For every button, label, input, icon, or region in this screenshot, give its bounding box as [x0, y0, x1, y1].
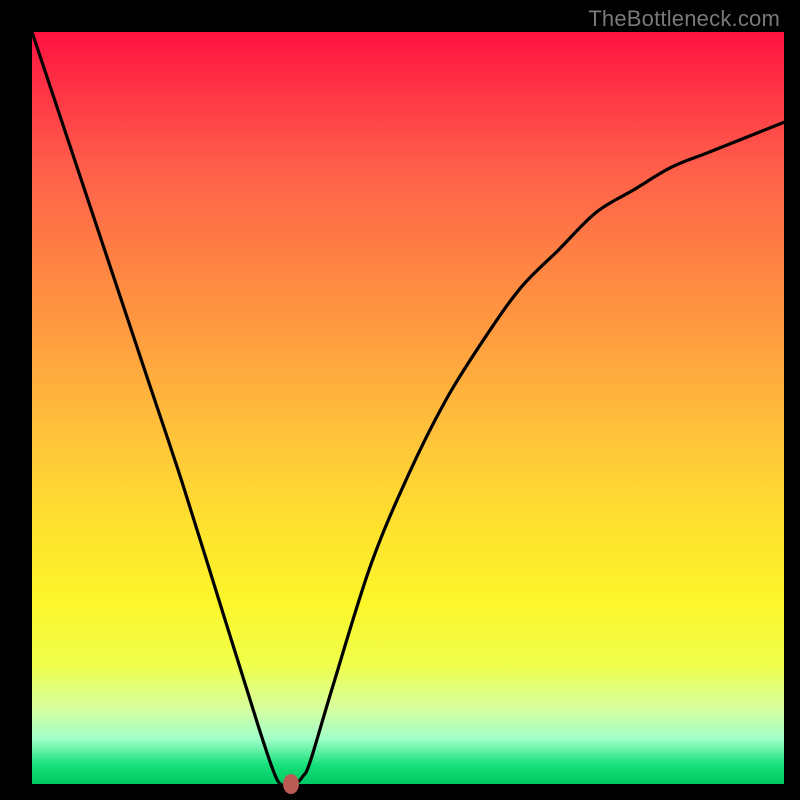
- plot-area: [32, 32, 784, 784]
- bottleneck-curve: [32, 32, 784, 785]
- optimum-marker: [283, 774, 299, 794]
- chart-frame: TheBottleneck.com: [0, 0, 800, 800]
- curve-layer: [32, 32, 784, 784]
- attribution-label: TheBottleneck.com: [588, 6, 780, 32]
